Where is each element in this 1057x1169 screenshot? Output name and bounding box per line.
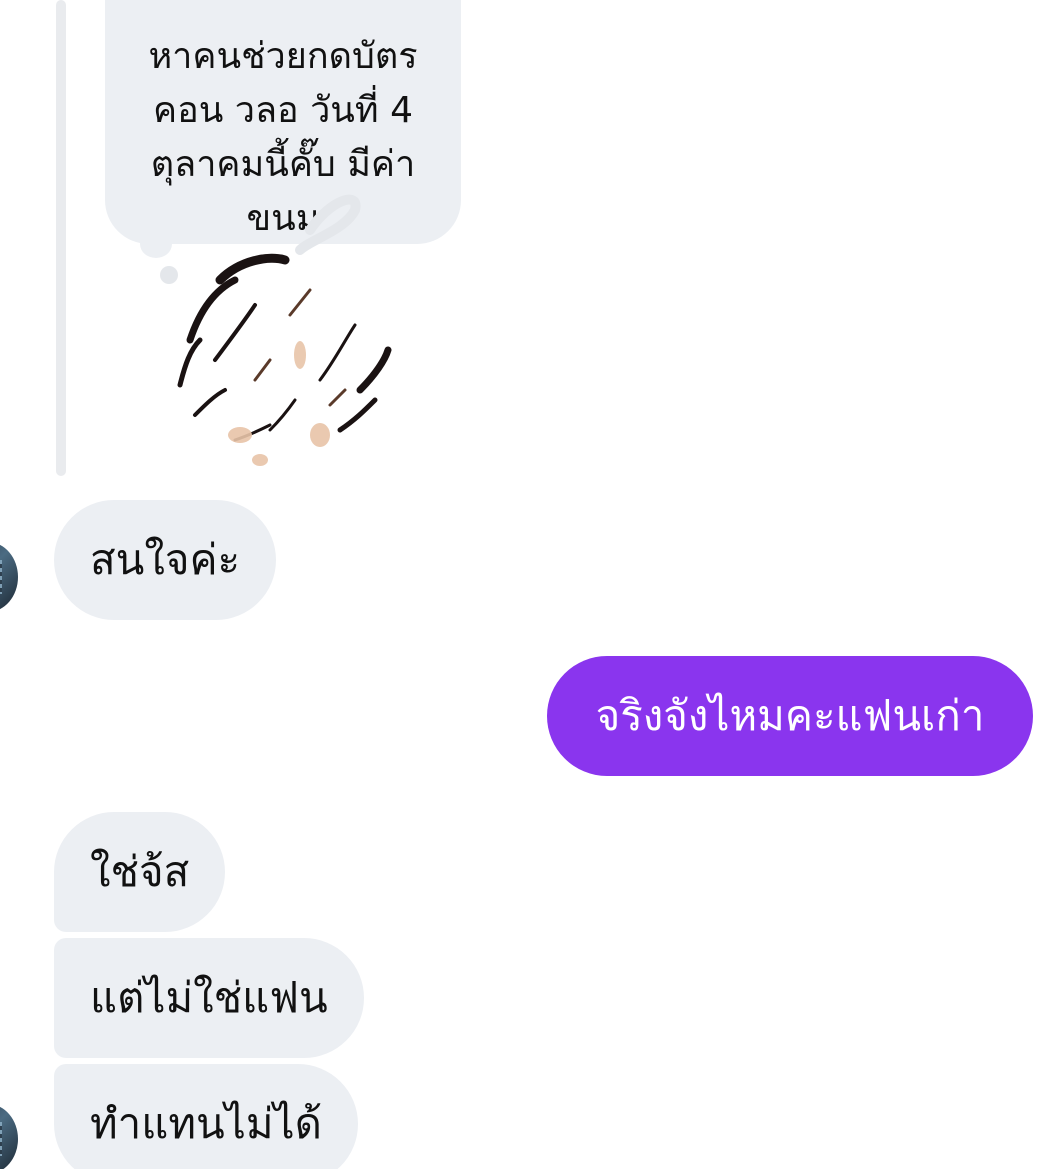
- sender-avatar[interactable]: [0, 1104, 18, 1169]
- incoming-message[interactable]: ใช่จ้ส: [54, 812, 226, 932]
- incoming-message[interactable]: ทำแทนไม่ได้: [54, 1064, 358, 1169]
- incoming-message[interactable]: สนใจค่ะ: [54, 500, 277, 620]
- outgoing-message[interactable]: จริงจังไหมคะแฟนเก่า: [547, 656, 1033, 776]
- reply-thread-line: [56, 0, 66, 476]
- chat-screen: หาคนช่วยกดบัตร คอน วลอ วันที่ 4 ตุลาคมนี…: [0, 0, 1057, 1169]
- incoming-message[interactable]: แต่ไม่ใช่แฟน: [54, 938, 364, 1058]
- sender-avatar[interactable]: [0, 542, 18, 612]
- blurred-sticker-image[interactable]: [160, 190, 410, 480]
